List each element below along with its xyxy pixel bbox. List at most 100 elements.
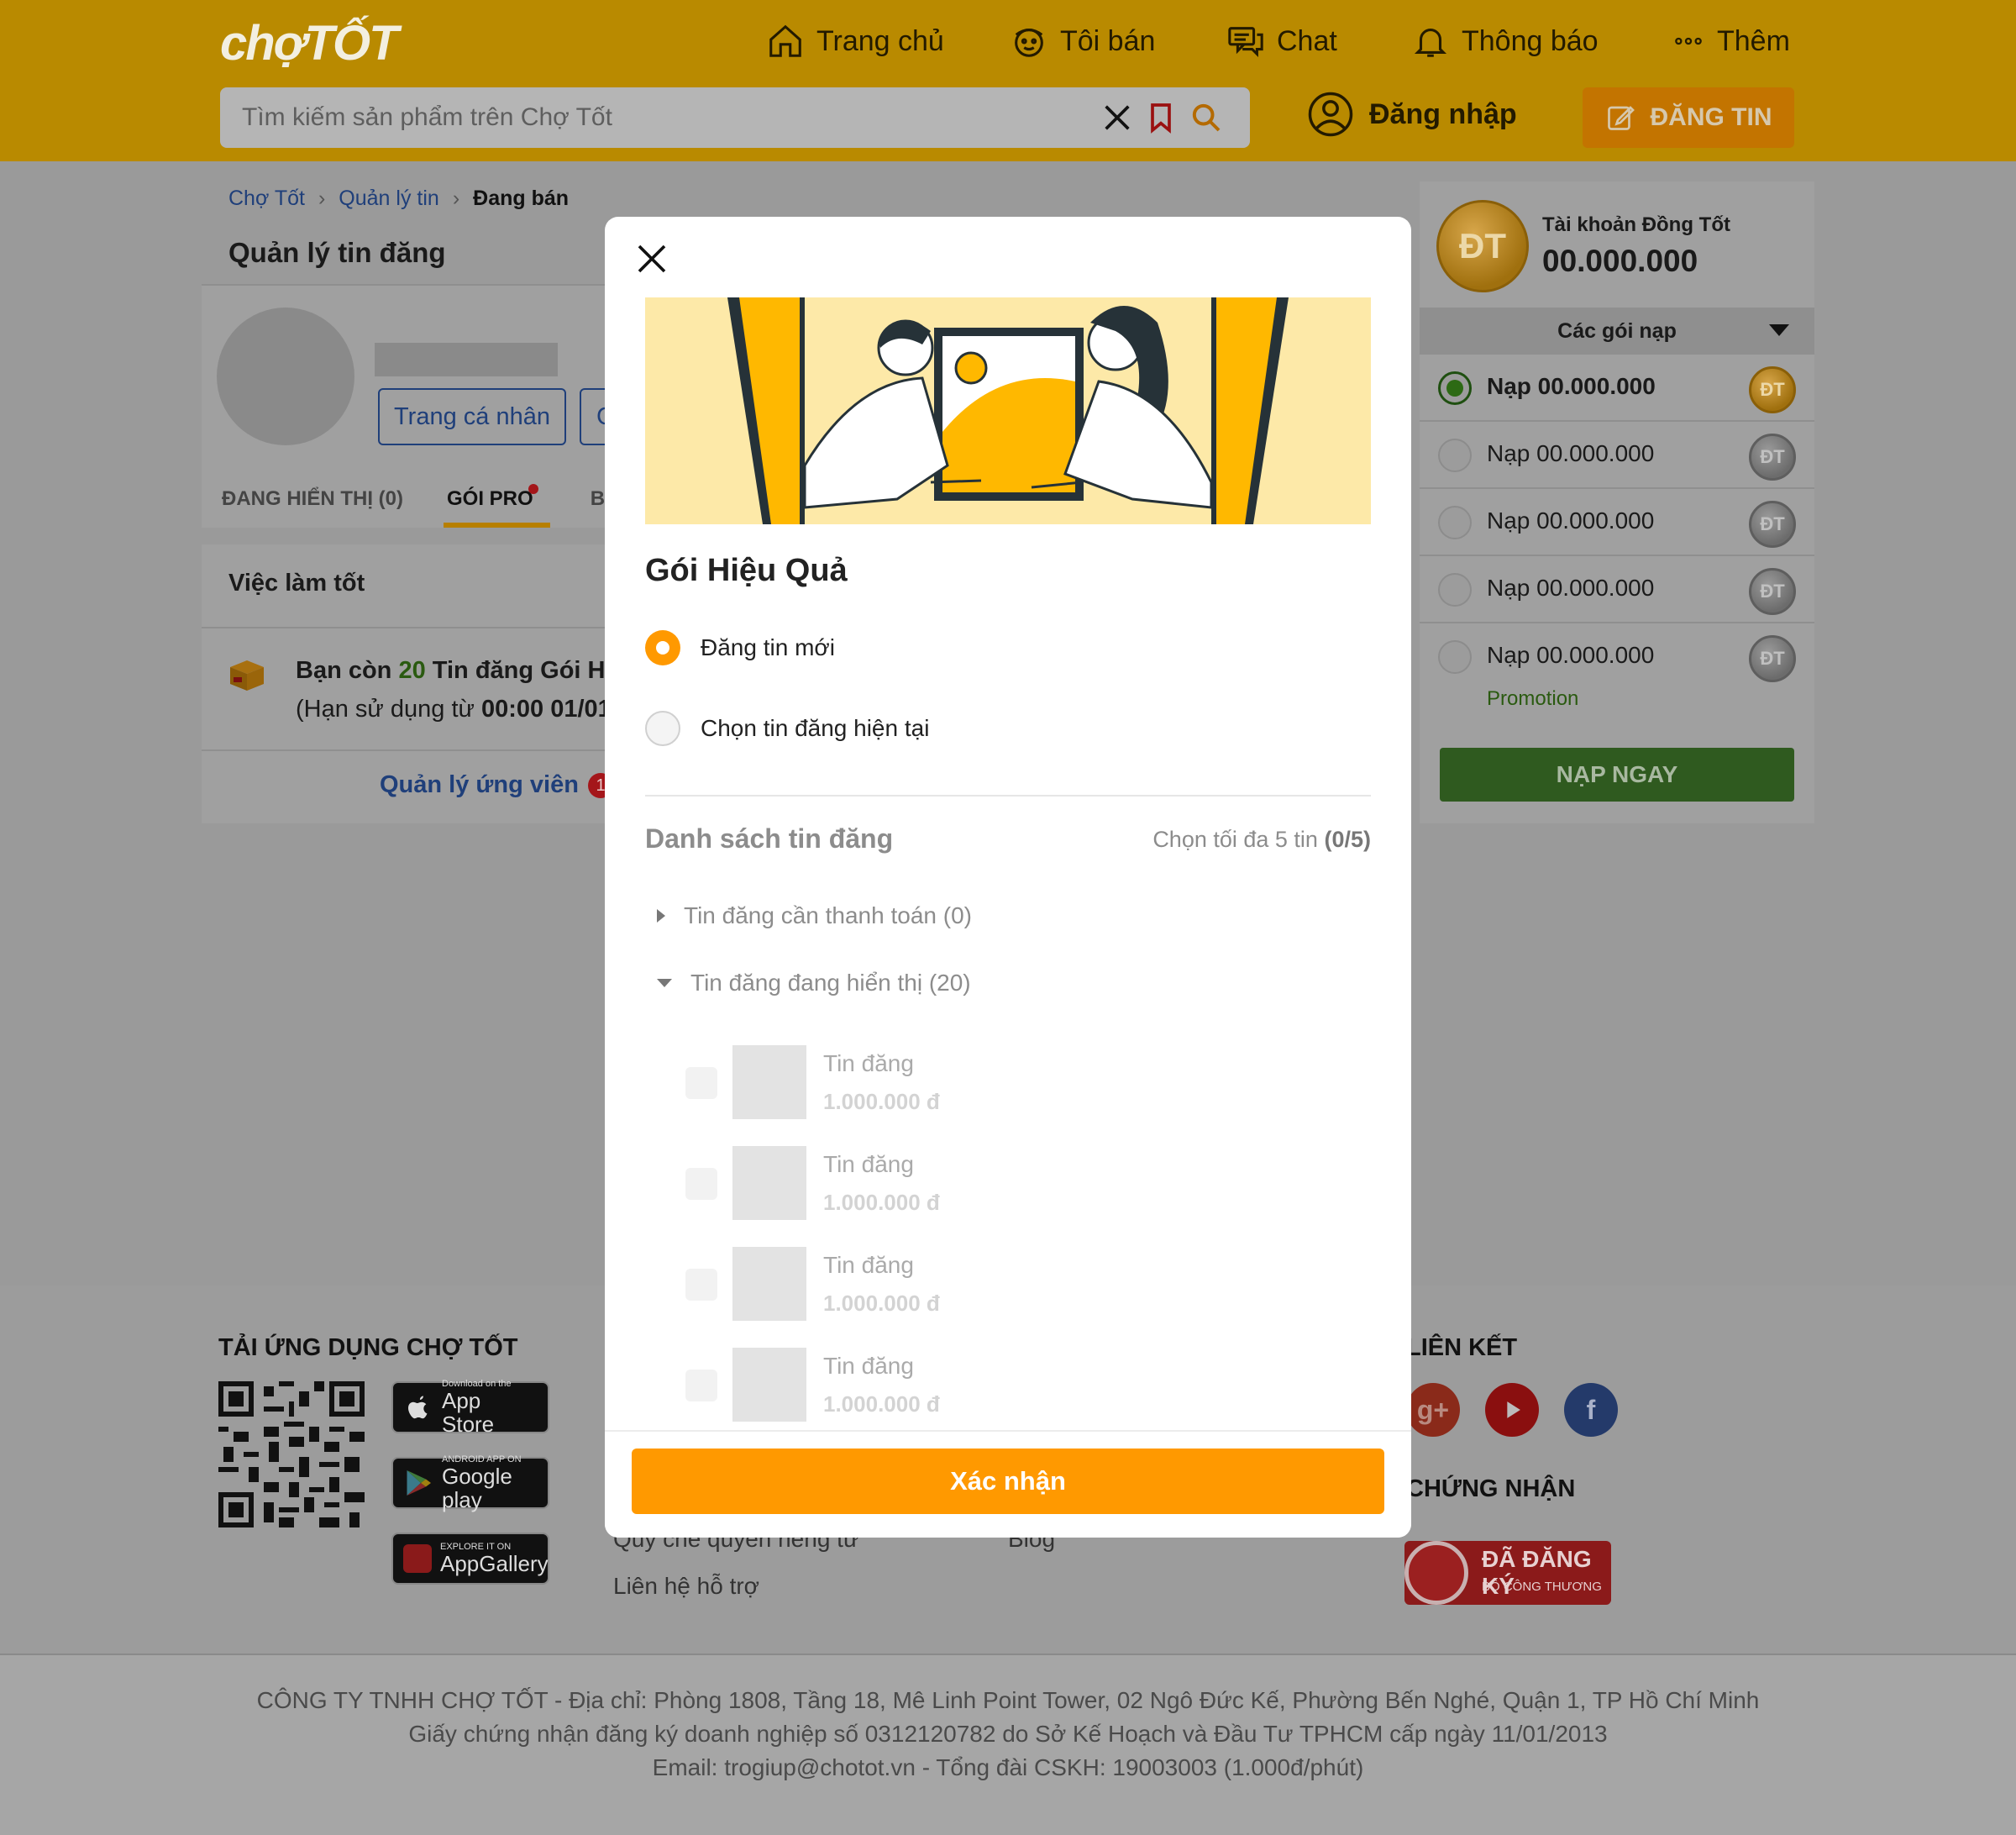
- pack-label: Nạp 00.000.000: [1487, 373, 1656, 399]
- pack-option[interactable]: Nạp 00.000.000 ĐT: [1420, 422, 1814, 489]
- radio-unselected[interactable]: [1438, 506, 1472, 539]
- coin-label: ĐT: [1760, 648, 1785, 669]
- app-gallery-big: AppGallery: [440, 1551, 549, 1576]
- ad-list-item[interactable]: Tin đăng 1.000.000 đ: [685, 1045, 1273, 1119]
- coin-label: ĐT: [1459, 226, 1506, 266]
- pack-option[interactable]: Nạp 00.000.000 ĐT: [1420, 355, 1814, 422]
- coin-label: ĐT: [1760, 513, 1785, 534]
- job-validity-prefix: (Hạn sử dụng từ: [296, 696, 475, 723]
- pack-option[interactable]: Nạp 00.000.000 ĐT: [1420, 489, 1814, 556]
- facebook-icon[interactable]: f: [1564, 1383, 1618, 1437]
- login-button[interactable]: Đăng nhập: [1307, 91, 1517, 138]
- group-pending-payment[interactable]: Tin đăng cần thanh toán (0): [657, 902, 972, 929]
- ad-list-item[interactable]: Tin đăng 1.000.000 đ: [685, 1146, 1273, 1220]
- qr-code-icon[interactable]: [218, 1381, 365, 1527]
- selection-limit-hint: Chọn tối đa 5 tin (0/5): [1152, 827, 1371, 853]
- dong-tot-coin-icon: ĐT: [1749, 568, 1796, 615]
- chotot-logo[interactable]: chợTỐT: [220, 15, 399, 71]
- option-existing-ad-label: Chọn tin đăng hiện tại: [701, 715, 930, 741]
- social-heading: LIÊN KẾT: [1406, 1334, 1518, 1361]
- option-new-ad[interactable]: Đăng tin mới: [645, 630, 835, 665]
- ad-checkbox[interactable]: [685, 1168, 717, 1200]
- job-validity-text: (Hạn sử dụng từ 00:00 01/01/: [296, 696, 618, 723]
- ad-thumbnail: [732, 1146, 806, 1220]
- certification-heading: CHỨNG NHẬN: [1406, 1475, 1576, 1502]
- caret-down-icon: [1769, 324, 1789, 336]
- breadcrumb-manage[interactable]: Quản lý tin: [339, 187, 439, 211]
- pack-label: Nạp 00.000.000: [1487, 642, 1655, 668]
- ad-list-item[interactable]: Tin đăng 1.000.000 đ: [685, 1247, 1273, 1321]
- group-showing-label: Tin đăng đang hiển thị (20): [690, 970, 971, 996]
- manage-candidates-link[interactable]: Quản lý ứng viên: [380, 771, 579, 799]
- notification-dot: [528, 484, 538, 494]
- nav-more[interactable]: Thêm: [1672, 22, 1790, 60]
- breadcrumb-home[interactable]: Chợ Tốt: [228, 187, 305, 211]
- nav-home-label: Trang chủ: [816, 24, 944, 57]
- app-store-button[interactable]: Download on the App Store: [391, 1379, 549, 1436]
- radio-unselected[interactable]: [1438, 640, 1472, 674]
- tab-showing[interactable]: ĐANG HIỂN THỊ (0): [222, 487, 403, 528]
- radio-selected[interactable]: [645, 630, 680, 665]
- confirm-button[interactable]: Xác nhận: [632, 1449, 1384, 1514]
- apple-icon: [408, 1396, 428, 1419]
- profile-button[interactable]: Trang cá nhân: [378, 388, 566, 445]
- exchange-illustration: [645, 297, 1371, 524]
- post-ad-button[interactable]: ĐĂNG TIN: [1583, 87, 1794, 148]
- google-plus-icon[interactable]: g+: [1406, 1383, 1460, 1437]
- app-gallery-button[interactable]: EXPLORE IT ON AppGallery: [391, 1533, 549, 1585]
- ad-title: Tin đăng: [823, 1353, 914, 1379]
- clear-icon[interactable]: [1100, 101, 1134, 134]
- ad-checkbox[interactable]: [685, 1269, 717, 1301]
- package-box-icon: [230, 660, 264, 691]
- radio-unselected[interactable]: [645, 711, 680, 746]
- nav-home[interactable]: Trang chủ: [766, 22, 944, 60]
- pack-label: Nạp 00.000.000: [1487, 575, 1655, 601]
- caret-right-icon: [657, 909, 665, 923]
- ad-checkbox[interactable]: [685, 1067, 717, 1099]
- effective-package-modal: Gói Hiệu Quả Đăng tin mới Chọn tin đăng …: [605, 217, 1411, 1538]
- ad-thumbnail: [732, 1247, 806, 1321]
- selection-count: (0/5): [1324, 827, 1371, 852]
- huawei-icon: [403, 1544, 432, 1573]
- google-play-button[interactable]: ANDROID APP ON Google play: [391, 1454, 549, 1512]
- search-icon[interactable]: [1189, 101, 1223, 134]
- job-validity-date: 00:00 01/01/: [481, 696, 618, 723]
- radio-selected[interactable]: [1438, 371, 1472, 405]
- ad-list-item[interactable]: Tin đăng 1.000.000 đ: [685, 1348, 1273, 1422]
- close-icon[interactable]: [635, 242, 669, 276]
- group-showing[interactable]: Tin đăng đang hiển thị (20): [657, 970, 971, 996]
- search-input[interactable]: [242, 87, 1048, 148]
- footer-link-support[interactable]: Liên hệ hỗ trợ: [613, 1573, 759, 1600]
- pack-option[interactable]: Nạp 00.000.000 ĐT: [1420, 556, 1814, 623]
- chat-icon: [1228, 27, 1263, 58]
- post-ad-label: ĐĂNG TIN: [1650, 103, 1772, 131]
- login-label: Đăng nhập: [1369, 97, 1517, 130]
- pack-option[interactable]: Nạp 00.000.000 ĐT: [1420, 623, 1814, 691]
- company-address: CÔNG TY TNHH CHỢ TỐT - Địa chỉ: Phòng 18…: [256, 1687, 1760, 1713]
- ad-checkbox[interactable]: [685, 1370, 717, 1401]
- youtube-icon[interactable]: [1485, 1383, 1539, 1437]
- nav-seller[interactable]: Tôi bán: [1010, 22, 1155, 60]
- pack-label: Nạp 00.000.000: [1487, 507, 1655, 534]
- radio-unselected[interactable]: [1438, 573, 1472, 607]
- nav-chat[interactable]: Chat: [1226, 22, 1337, 60]
- tab-pro-package[interactable]: GÓI PRO: [444, 484, 550, 528]
- ad-price: 1.000.000 đ: [823, 1391, 940, 1417]
- bookmark-icon[interactable]: [1144, 101, 1178, 134]
- ad-price: 1.000.000 đ: [823, 1089, 940, 1114]
- radio-unselected[interactable]: [1438, 439, 1472, 472]
- registered-badge[interactable]: ĐÃ ĐĂNG KÝ BỘ CÔNG THƯƠNG: [1404, 1541, 1611, 1605]
- dong-tot-coin-icon: ĐT: [1749, 434, 1796, 481]
- user-name-placeholder: [375, 343, 558, 376]
- option-existing-ad[interactable]: Chọn tin đăng hiện tại: [645, 711, 929, 746]
- nav-notifications[interactable]: Thông báo: [1411, 22, 1599, 60]
- packs-dropdown[interactable]: Các gói nạp: [1420, 308, 1814, 355]
- play-icon: [1507, 1401, 1520, 1418]
- modal-title: Gói Hiệu Quả: [645, 553, 848, 588]
- home-icon: [769, 24, 801, 57]
- page-title: Quản lý tin đăng: [228, 237, 446, 268]
- user-icon: [1308, 92, 1353, 137]
- chevron-right-icon: ›: [452, 187, 460, 210]
- topup-now-button[interactable]: NẠP NGAY: [1440, 748, 1794, 802]
- company-contact: Email: trogiup@chotot.vn - Tổng đài CSKH…: [652, 1754, 1364, 1780]
